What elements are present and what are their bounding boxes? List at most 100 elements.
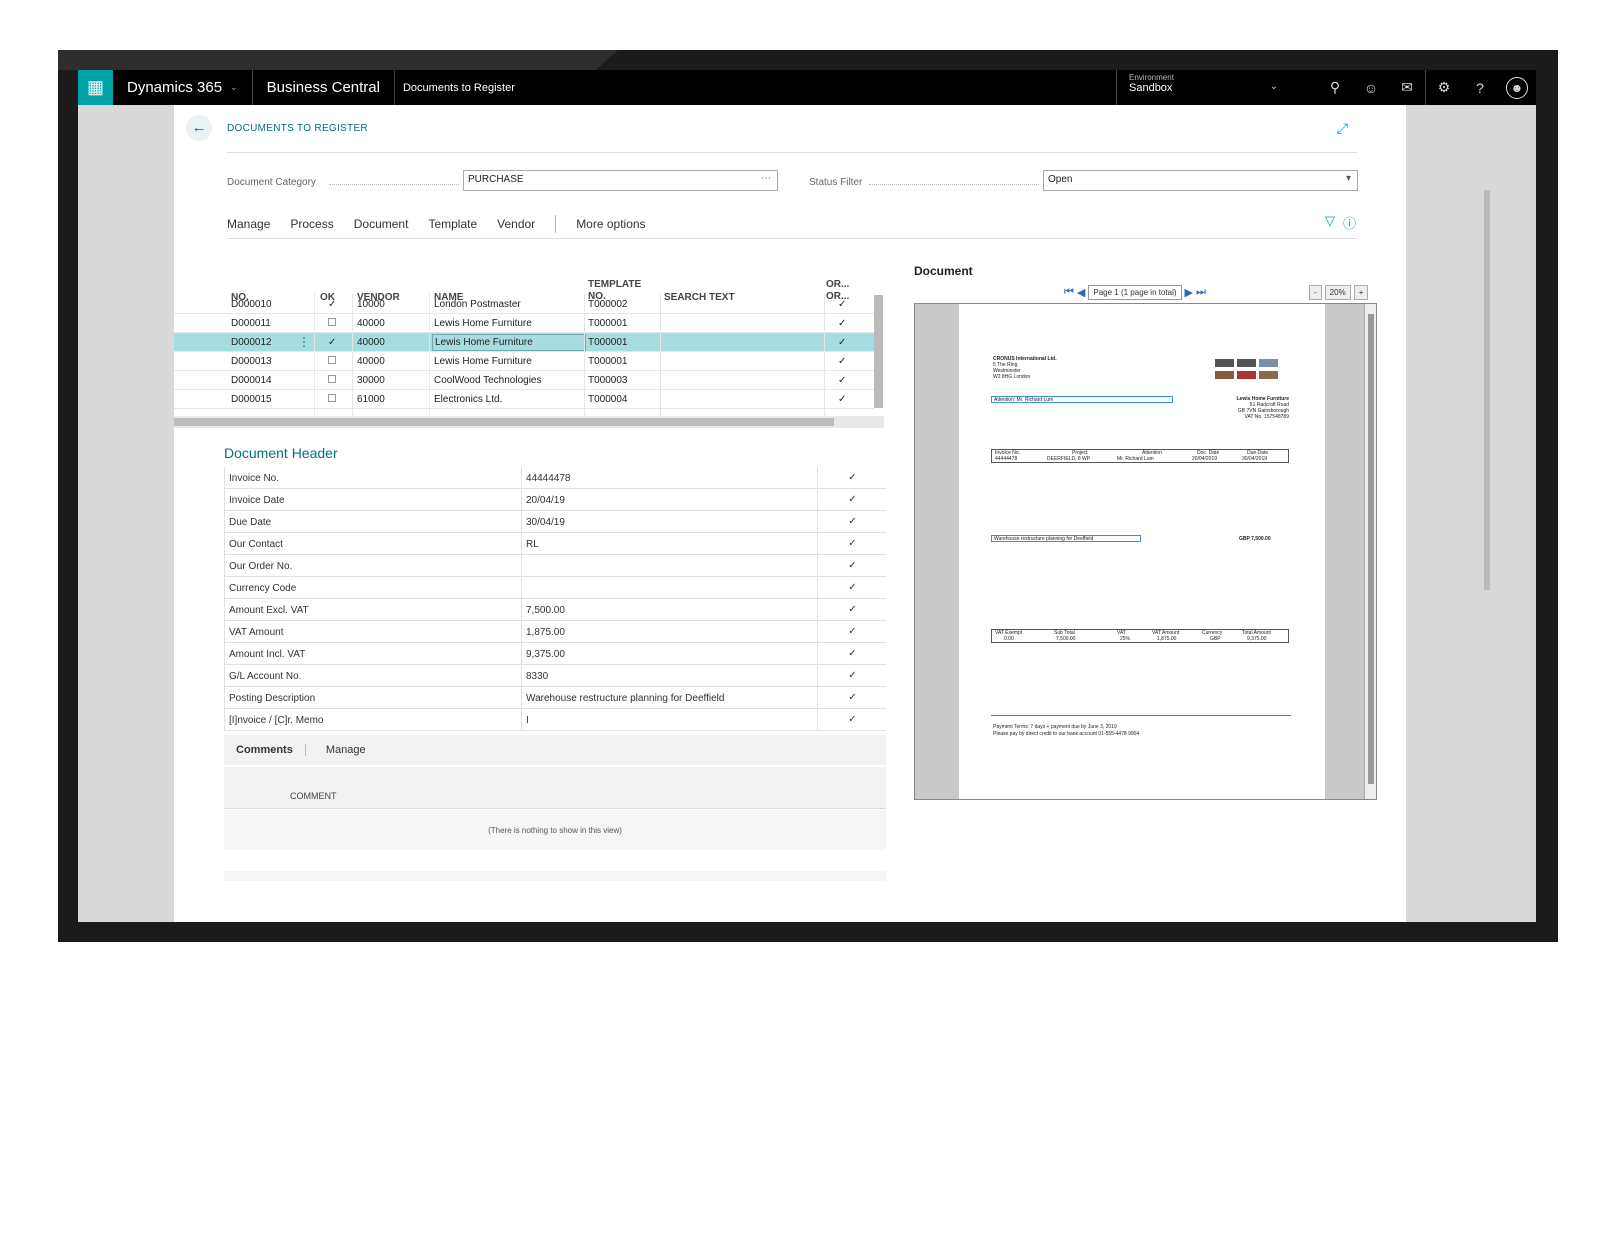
ok-checkbox[interactable]: ✓ [328,299,336,310]
grid-vertical-scrollbar[interactable] [874,295,883,408]
action-process[interactable]: Process [290,217,333,231]
table-row-selected[interactable]: D000012 ⋮ ✓ 40000 Lewis Home Furniture T… [174,333,874,352]
action-vendor[interactable]: Vendor [497,217,535,231]
smiley-icon[interactable]: ☺ [1353,80,1389,96]
header-field-row[interactable]: Due Date 30/04/19 ✓ [224,511,886,533]
lightbulb-icon[interactable]: ⚲ [1317,79,1353,96]
zoom-in-button[interactable]: + [1353,285,1369,300]
row-menu-icon[interactable]: ⋮ [298,335,310,349]
field-check[interactable]: ✓ [817,533,887,555]
field-value[interactable] [521,555,817,577]
header-field-row[interactable]: Posting Description Warehouse restructure… [224,687,886,709]
header-field-row[interactable]: Amount Excl. VAT 7,500.00 ✓ [224,599,886,621]
field-value[interactable]: 20/04/19 [521,489,817,511]
page-scrollbar[interactable] [1484,190,1490,590]
table-row[interactable]: D000013 40000 Lewis Home Furniture T0000… [174,352,874,371]
field-check[interactable]: ✓ [817,687,887,709]
ellipsis-icon[interactable]: ⋯ [761,173,771,184]
action-manage[interactable]: Manage [227,217,270,231]
table-row[interactable]: D000014 30000 CoolWood Technologies T000… [174,371,874,390]
product-switcher[interactable]: Dynamics 365 ⌄ [113,70,253,105]
gear-icon[interactable]: ⚙ [1426,79,1462,96]
action-more-options[interactable]: More options [576,217,645,231]
field-check[interactable]: ✓ [817,511,887,533]
field-value[interactable]: Warehouse restructure planning for Deeff… [521,687,817,709]
action-template[interactable]: Template [428,217,477,231]
field-check[interactable]: ✓ [817,555,887,577]
field-label: Amount Excl. VAT [229,605,309,616]
header-field-row[interactable]: Invoice Date 20/04/19 ✓ [224,489,886,511]
last-page-icon[interactable]: ⏭ [1196,286,1206,299]
header-field-row[interactable]: VAT Amount 1,875.00 ✓ [224,621,886,643]
header-field-row[interactable]: Currency Code ✓ [224,577,886,599]
ok-checkbox[interactable] [328,375,336,386]
field-value[interactable]: 8330 [521,665,817,687]
zoom-level[interactable]: 20% [1324,285,1351,300]
cell-no: D000012 [231,337,272,348]
or-checkbox[interactable]: ✓ [838,318,846,329]
tab-comments[interactable]: Comments [224,744,306,756]
header-field-row[interactable]: [I]nvoice / [C]r. Memo I ✓ [224,709,886,731]
field-value[interactable]: 44444478 [521,467,817,489]
field-check[interactable]: ✓ [817,599,887,621]
next-page-icon[interactable]: ▶ [1185,286,1193,299]
app-launcher-icon[interactable]: ▦ [78,70,113,105]
filter-icon[interactable]: ▽ [1325,213,1335,232]
help-icon[interactable]: ? [1462,80,1498,96]
cell-name: Lewis Home Furniture [434,356,532,367]
header-field-row[interactable]: Our Order No. ✓ [224,555,886,577]
field-value[interactable] [521,577,817,599]
or-checkbox[interactable]: ✓ [838,375,846,386]
or-checkbox[interactable]: ✓ [838,337,846,348]
or-checkbox[interactable]: ✓ [838,394,846,405]
field-label: Our Contact [229,539,283,550]
field-value[interactable]: 1,875.00 [521,621,817,643]
field-value[interactable]: 7,500.00 [521,599,817,621]
header-field-row[interactable]: Our Contact RL ✓ [224,533,886,555]
field-value[interactable]: I [521,709,817,731]
viewer-scroll-thumb[interactable] [1368,314,1374,784]
field-value[interactable]: 9,375.00 [521,643,817,665]
user-avatar-icon[interactable]: ☻ [1506,76,1528,99]
status-filter-select[interactable]: Open ▾ [1043,170,1358,191]
ok-checkbox[interactable] [328,356,336,367]
field-check[interactable]: ✓ [817,709,887,731]
viewer-scrollbar[interactable] [1364,304,1376,799]
document-viewer[interactable]: CRONUS International Ltd. 5 The Ring Wes… [914,303,1377,800]
chat-icon[interactable]: ✉ [1389,79,1425,96]
field-check[interactable]: ✓ [817,467,887,489]
header-field-row[interactable]: Amount Incl. VAT 9,375.00 ✓ [224,643,886,665]
header-field-row[interactable]: G/L Account No. 8330 ✓ [224,665,886,687]
ok-checkbox[interactable] [328,318,336,329]
info-icon[interactable]: ⓘ [1343,213,1356,232]
back-arrow-icon[interactable]: ← [186,115,212,141]
header-field-row[interactable]: Invoice No. 44444478 ✓ [224,467,886,489]
col-header-comment[interactable]: COMMENT [290,791,337,801]
environment-selector[interactable]: Environment Sandbox ⌄ [1116,70,1286,105]
table-row[interactable]: D000010 ✓ 10000 London Postmaster T00000… [174,295,874,314]
zoom-out-button[interactable]: - [1309,285,1322,300]
field-check[interactable]: ✓ [817,577,887,599]
tab-manage[interactable]: Manage [306,744,386,756]
table-row[interactable]: D000011 40000 Lewis Home Furniture T0000… [174,314,874,333]
app-name[interactable]: Business Central [253,70,395,105]
first-page-icon[interactable]: ⏮ [1064,286,1074,299]
or-checkbox[interactable]: ✓ [838,356,846,367]
action-document[interactable]: Document [354,217,409,231]
prev-page-icon[interactable]: ◀ [1077,286,1085,299]
cell-name-editor[interactable]: Lewis Home Furniture [432,334,586,351]
table-row[interactable]: D000015 61000 Electronics Ltd. T000004 ✓ [174,390,874,409]
grid-horizontal-scrollbar[interactable] [174,418,834,426]
field-check[interactable]: ✓ [817,489,887,511]
field-value[interactable]: RL [521,533,817,555]
field-check[interactable]: ✓ [817,621,887,643]
document-category-field[interactable]: PURCHASE ⋯ [463,170,778,191]
field-check[interactable]: ✓ [817,643,887,665]
or-checkbox[interactable]: ✓ [838,299,846,310]
ok-checkbox[interactable]: ✓ [328,337,336,348]
field-value[interactable]: 30/04/19 [521,511,817,533]
field-check[interactable]: ✓ [817,665,887,687]
comments-header: COMMENT [224,767,886,809]
collapse-icon[interactable]: ⤢ [1337,120,1348,137]
ok-checkbox[interactable] [328,394,336,405]
